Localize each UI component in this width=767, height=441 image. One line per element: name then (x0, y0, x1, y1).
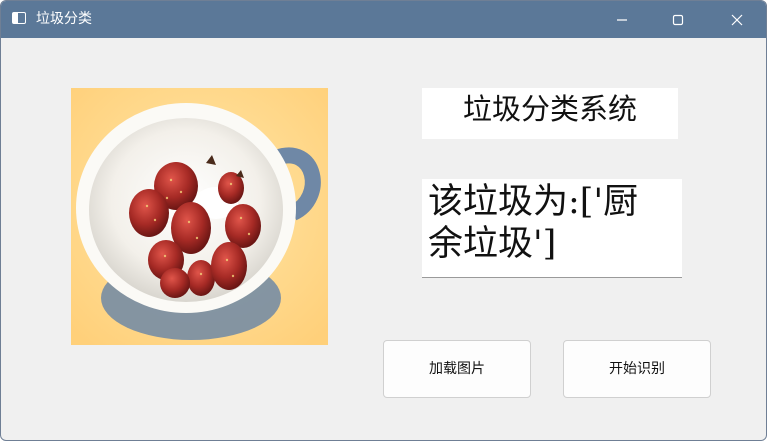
window-title: 垃圾分类 (36, 11, 92, 27)
strawberry-cup-image (71, 88, 328, 345)
minimize-button[interactable] (599, 1, 645, 38)
title-bar[interactable]: 垃圾分类 (1, 1, 766, 38)
system-title-label: 垃圾分类系统 (422, 88, 678, 139)
app-window: 垃圾分类 垃圾分类系统 该垃圾为:['厨 余垃圾'] 加载图片 开始识别 (0, 0, 767, 441)
result-text-line2: 余垃圾'] (428, 224, 557, 264)
minimize-icon (617, 18, 627, 21)
load-image-button[interactable]: 加载图片 (383, 340, 531, 398)
maximize-button[interactable] (655, 1, 701, 38)
app-window-icon (12, 12, 26, 24)
result-text-line1: 该垃圾为:['厨 (428, 182, 639, 222)
maximize-icon (672, 14, 684, 25)
start-recognition-button[interactable]: 开始识别 (563, 340, 711, 398)
image-display (71, 88, 328, 345)
close-button[interactable] (714, 1, 760, 38)
close-icon (731, 14, 743, 25)
result-label: 该垃圾为:['厨 余垃圾'] (422, 179, 682, 278)
